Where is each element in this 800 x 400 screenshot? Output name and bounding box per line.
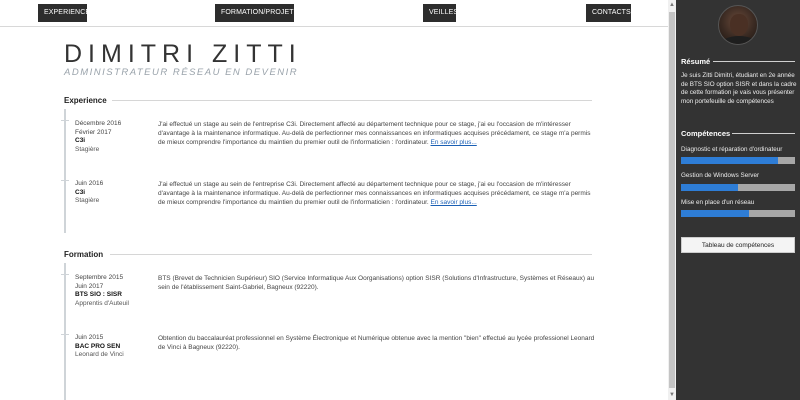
avatar-face (730, 14, 748, 36)
entry-organization: BAC PRO SEN (75, 342, 121, 350)
resume-divider (713, 61, 795, 62)
scroll-down-arrow-icon[interactable]: ▼ (668, 390, 676, 400)
formation-entry-1-meta: Septembre 2015 Juin 2017 BTS SIO : SISR … (75, 274, 129, 308)
skill-bar-fill (681, 157, 778, 164)
skill-bar-fill (681, 210, 750, 217)
entry-organization: C3i (75, 188, 86, 196)
timeline-marker (61, 334, 69, 335)
avatar-shoulders (721, 36, 757, 44)
entry-role: Stagière (75, 145, 100, 153)
page-subtitle: ADMINISTRATEUR RÉSEAU EN DEVENIR (64, 67, 299, 78)
skills-heading: Compétences (681, 129, 731, 138)
skill-bar-fill (681, 184, 738, 191)
timeline-marker (61, 180, 69, 181)
read-more-link[interactable]: En savoir plus... (431, 199, 477, 206)
formation-entry-1-description: BTS (Brevet de Technicien Supérieur) SIO… (158, 275, 595, 292)
entry-text: J'ai effectué un stage au sein de l'entr… (158, 121, 591, 147)
entry-date-start: Juin 2016 (75, 180, 104, 187)
entry-organization: C3i (75, 137, 86, 144)
page-title: DIMITRI ZITTI (64, 40, 302, 68)
experience-divider (112, 100, 592, 101)
formation-timeline (64, 263, 66, 400)
entry-date-start: Décembre 2016 (75, 120, 122, 127)
avatar (718, 5, 758, 45)
scroll-up-arrow-icon[interactable]: ▲ (668, 0, 676, 10)
resume-text: Je suis Zitti Dimitri, étudiant en 2e an… (681, 72, 797, 105)
entry-date-start: Septembre 2015 (75, 274, 124, 281)
sidebar: Résumé Je suis Zitti Dimitri, étudiant e… (676, 0, 800, 400)
formation-entry-2-meta: Juin 2015 BAC PRO SEN Leonard de Vinci (75, 334, 124, 360)
experience-entry-1-description: J'ai effectué un stage au sein de l'entr… (158, 120, 598, 148)
skill-label: Gestion de Windows Server (681, 172, 760, 179)
read-more-link[interactable]: En savoir plus... (431, 139, 477, 146)
experience-entry-2-meta: Juin 2016 C3i Stagière (75, 180, 103, 206)
timeline-marker (61, 120, 69, 121)
experience-entry-1-meta: Décembre 2016 Février 2017 C3i Stagière (75, 120, 121, 154)
nav-contacts-button[interactable]: CONTACTS (586, 4, 631, 22)
formation-entry-2-description: Obtention du baccalauréat professionnel … (158, 335, 595, 352)
skill-bar (681, 210, 795, 217)
main-content: DIMITRI ZITTI ADMINISTRATEUR RÉSEAU EN D… (0, 27, 668, 400)
skill-bar (681, 157, 795, 164)
entry-date-start: Juin 2015 (75, 334, 104, 341)
nav-experience-button[interactable]: EXPERIENCE (38, 4, 90, 22)
experience-entry-2-description: J'ai effectué un stage au sein de l'entr… (158, 180, 598, 208)
experience-heading: Experience (64, 96, 107, 105)
entry-date-end: Juin 2017 (75, 282, 104, 290)
skills-divider (732, 133, 795, 134)
nav-formation-button[interactable]: FORMATION/PROJETS (215, 4, 298, 22)
nav-veilles-button[interactable]: VEILLES (423, 4, 458, 22)
skills-table-button[interactable]: Tableau de compétences (681, 237, 795, 253)
top-nav: EXPERIENCE FORMATION/PROJETS VEILLES CON… (0, 0, 668, 27)
timeline-marker (61, 274, 69, 275)
formation-divider (110, 254, 592, 255)
entry-role: Leonard de Vinci (75, 351, 124, 358)
scroll-thumb[interactable] (669, 12, 675, 388)
formation-heading: Formation (64, 250, 104, 259)
entry-text: J'ai effectué un stage au sein de l'entr… (158, 181, 591, 207)
skill-bar (681, 184, 795, 191)
skill-label: Diagnostic et réparation d'ordinateur (681, 146, 783, 153)
entry-organization: BTS SIO : SISR (75, 291, 122, 298)
page-scrollbar[interactable]: ▲ ▼ (668, 0, 676, 400)
entry-date-end: Février 2017 (75, 128, 112, 136)
skill-label: Mise en place d'un réseau (681, 199, 755, 206)
experience-timeline (64, 109, 66, 233)
entry-role: Apprentis d'Auteuil (75, 299, 129, 307)
entry-role: Stagière (75, 197, 100, 204)
resume-heading: Résumé (681, 57, 711, 66)
